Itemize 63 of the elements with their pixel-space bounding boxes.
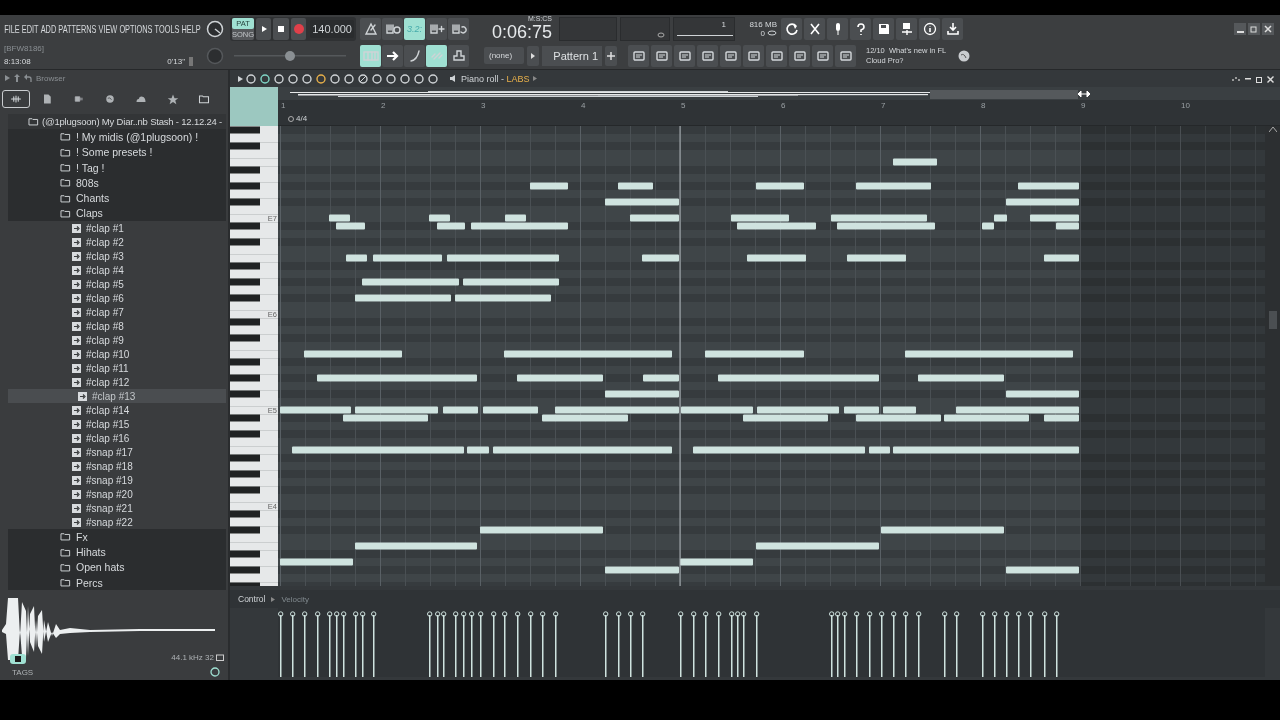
bar-number: 9 bbox=[1080, 100, 1087, 113]
browser-item[interactable]: #clap #7 bbox=[8, 305, 226, 320]
browser-item[interactable]: #snap #18 bbox=[8, 459, 226, 474]
bar-number: 2 bbox=[380, 100, 387, 113]
panel-title: Browser bbox=[36, 73, 66, 83]
browser-item[interactable]: #clap #1 bbox=[8, 221, 226, 236]
control-label[interactable]: Control bbox=[238, 594, 266, 604]
browser-item[interactable]: #clap #16 bbox=[8, 431, 226, 446]
control-target[interactable]: Velocity bbox=[281, 594, 309, 604]
menu-item[interactable]: ADD bbox=[40, 22, 57, 35]
browser-item[interactable]: #clap #9 bbox=[8, 333, 226, 348]
browser-item[interactable]: #clap #10 bbox=[8, 347, 226, 362]
browser-item[interactable]: #snap #21 bbox=[8, 501, 226, 516]
browser-item[interactable]: #snap #19 bbox=[8, 473, 226, 488]
browser-item[interactable]: #clap #6 bbox=[8, 291, 226, 306]
browser-item[interactable]: #clap #14 bbox=[8, 403, 226, 418]
hint-code: [BFW8186] bbox=[4, 44, 44, 53]
browser-item[interactable]: #clap #3 bbox=[8, 249, 226, 264]
menu-item[interactable]: PATTERNS bbox=[58, 22, 97, 35]
menu-item[interactable]: TOOLS bbox=[154, 22, 180, 35]
browser-item[interactable]: #clap #12 bbox=[8, 375, 226, 390]
window-title[interactable]: Piano roll - LABS bbox=[461, 73, 530, 84]
browser-item[interactable]: #clap #8 bbox=[8, 319, 226, 334]
browser-item[interactable]: (@1plugsoon) My Diar..nb Stash - 12.12.24 - bbox=[8, 114, 226, 130]
browser-item[interactable]: #snap #22 bbox=[8, 515, 226, 530]
browser-item[interactable]: #clap #4 bbox=[8, 263, 226, 278]
browser-item[interactable]: 808s bbox=[8, 175, 226, 191]
preset-dropdown[interactable]: (none) bbox=[484, 47, 524, 64]
menu-item[interactable]: HELP bbox=[181, 22, 201, 35]
browser-item[interactable]: #snap #17 bbox=[8, 445, 226, 460]
browser-item[interactable]: #snap #20 bbox=[8, 487, 226, 502]
browser-item[interactable]: Fx bbox=[8, 529, 226, 545]
bar-number: 8 bbox=[980, 100, 987, 113]
song-time: 0:06:75 bbox=[491, 23, 552, 41]
time-signature[interactable]: 4/4 bbox=[296, 114, 308, 124]
memory-usage: 816 MB bbox=[749, 19, 777, 29]
voice-count: 1 bbox=[721, 19, 726, 29]
tempo-field[interactable]: 140.000 bbox=[310, 19, 354, 38]
bar-number: 3 bbox=[480, 100, 487, 113]
hint-value: 8:13:08 bbox=[4, 57, 31, 66]
browser-item[interactable]: #clap #15 bbox=[8, 417, 226, 432]
bar-number: 10 bbox=[1180, 100, 1191, 113]
bar-number: 6 bbox=[780, 100, 787, 113]
menu-item[interactable]: OPTIONS bbox=[119, 22, 153, 35]
browser-item[interactable]: #clap #11 bbox=[8, 361, 226, 376]
polyphony-count: 0 bbox=[760, 28, 765, 38]
sample-info: 44.1 kHz 32 bbox=[171, 653, 214, 662]
browser-item[interactable]: Chants bbox=[8, 190, 226, 206]
menu-item[interactable]: FILE bbox=[4, 22, 20, 35]
bar-number: 5 bbox=[680, 100, 687, 113]
browser-item[interactable]: #clap #2 bbox=[8, 235, 226, 250]
bar-number: 4 bbox=[580, 100, 587, 113]
bar-number: 1 bbox=[280, 100, 287, 113]
bar-number: 7 bbox=[880, 100, 887, 113]
menu-item[interactable]: EDIT bbox=[21, 22, 39, 35]
browser-item[interactable]: Hihats bbox=[8, 544, 226, 560]
pattern-selector[interactable]: Pattern 1 bbox=[542, 45, 602, 66]
menu-item[interactable]: VIEW bbox=[98, 22, 118, 35]
browser-item[interactable]: ! My midis (@1plugsoon) ! bbox=[8, 129, 226, 145]
browser-item[interactable]: #clap #5 bbox=[8, 277, 226, 292]
sample-length: 0'13" bbox=[167, 57, 185, 66]
tags-label: TAGS bbox=[12, 667, 34, 677]
browser-item[interactable]: #clap #13 bbox=[8, 389, 226, 404]
